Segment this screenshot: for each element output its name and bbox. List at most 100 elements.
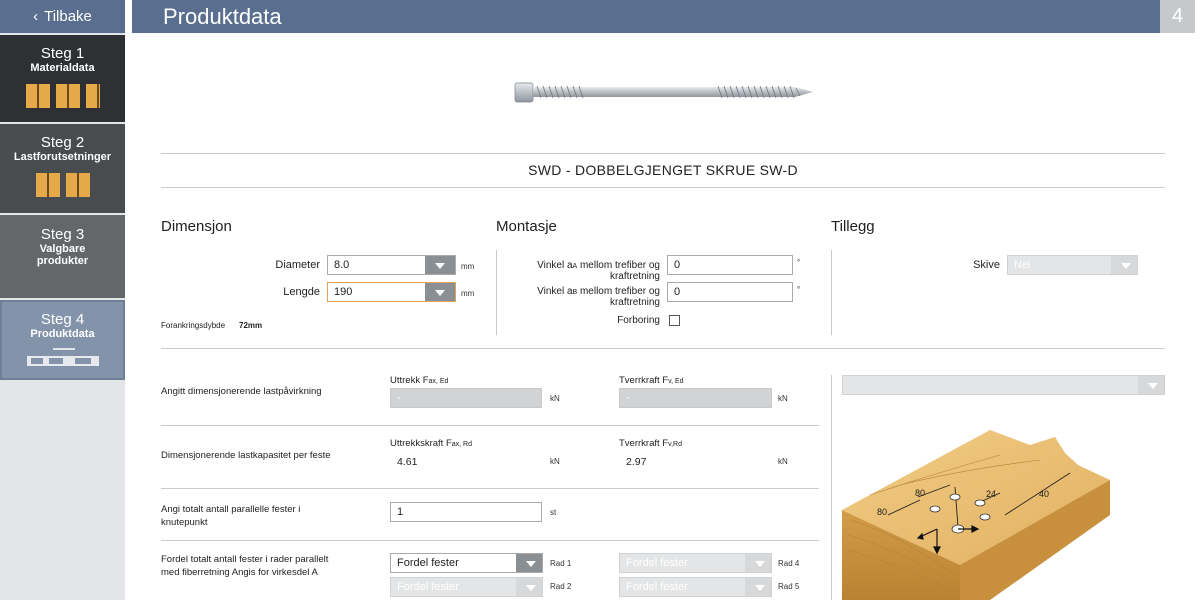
uttrekk-input[interactable]: - [390, 388, 542, 408]
uttrekk-unit: kN [550, 394, 560, 403]
divider [161, 348, 1165, 349]
chevron-down-icon [745, 578, 771, 596]
diameter-unit: mm [461, 262, 475, 271]
vinkel-a-unit: ° [797, 258, 801, 267]
fordel-select-rad-2[interactable]: Fordel fester [390, 577, 543, 597]
diameter-value: 8.0 [334, 259, 350, 271]
step-label: Valgbare produkter [36, 243, 89, 267]
chevron-down-icon [745, 554, 771, 572]
uttrekk-label: Uttrekk Fax, Ed [390, 375, 449, 386]
chevron-left-icon: ‹ [33, 8, 39, 25]
back-button-label: Tilbake [44, 8, 92, 25]
column-divider [831, 375, 832, 600]
fordel-value: Fordel fester [626, 581, 688, 593]
step-number: Steg 4 [40, 311, 85, 328]
lengde-label: Lengde [283, 286, 320, 298]
material-icon [0, 84, 125, 108]
diameter-select[interactable]: 8.0 [327, 255, 456, 275]
tverrkraft-rd-label: Tverrkraft Fv,Rd [619, 438, 682, 449]
column-divider [496, 250, 497, 335]
section-heading-montasje: Montasje [496, 218, 557, 235]
chevron-down-icon [425, 283, 455, 301]
forboring-label: Forboring [617, 315, 660, 326]
vinkel-b-input[interactable]: 0 [667, 282, 793, 302]
tverrkraft-label: Tverrkraft Fv, Ed [619, 375, 684, 386]
tverrkraft-input[interactable]: - [619, 388, 772, 408]
vinkel-b-unit: ° [797, 285, 801, 294]
vinkel-a-input[interactable]: 0 [667, 255, 793, 275]
wood-joint-diagram: 80 80 24 40 [842, 430, 1110, 600]
antall-input[interactable]: 1 [390, 502, 542, 522]
page-header: Produktdata [132, 0, 1160, 33]
sidebar-step-2[interactable]: Steg 2 Lastforutsetninger [0, 124, 125, 213]
sidebar-step-1[interactable]: Steg 1 Materialdata [0, 35, 125, 122]
tverrkraft-rd-value: 2.97 [626, 456, 647, 468]
row-label-fordel: Fordel totalt antall fester i rader para… [161, 554, 329, 578]
uttrekkskraft-value: 4.61 [397, 456, 418, 468]
step-number: Steg 1 [40, 45, 85, 62]
skive-select[interactable]: Nei [1007, 255, 1138, 275]
skive-value: Nei [1014, 259, 1031, 271]
column-divider [831, 250, 832, 335]
divider [161, 488, 819, 489]
sidebar-step-3[interactable]: Steg 3 Valgbare produkter [0, 215, 125, 298]
divider [161, 187, 1165, 188]
fordel-select-rad-4[interactable]: Fordel fester [619, 553, 772, 573]
forboring-checkbox[interactable] [669, 315, 680, 326]
divider [161, 540, 819, 541]
fordel-value: Fordel fester [626, 557, 688, 569]
tverrkraft-unit: kN [778, 394, 788, 403]
chevron-down-icon [1111, 256, 1137, 274]
row-label-antall: Angi totalt antall parallelle fester i kn… [161, 504, 301, 528]
uttrekkskraft-label: Uttrekkskraft Fax, Rd [390, 438, 472, 449]
dimension-label: 80 [915, 488, 925, 498]
load-icon [0, 173, 125, 197]
vinkel-a-label: Vinkel aA mellom trefiber og kraftretnin… [537, 260, 660, 282]
rad-5-label: Rad 5 [778, 582, 800, 591]
rad-2-label: Rad 2 [550, 582, 572, 591]
vinkel-b-label: Vinkel aB mellom trefiber og kraftretnin… [537, 286, 660, 308]
dimension-label: 80 [877, 507, 887, 517]
step-indicator: 4 [1160, 0, 1195, 33]
lengde-select[interactable]: 190 [327, 282, 456, 302]
row-label-lastpavirkning: Angitt dimensjonerende lastpåvirkning [161, 386, 322, 397]
forankring-value: 72mm [239, 321, 263, 330]
section-heading-dimensjon: Dimensjon [161, 218, 232, 235]
product-title: SWD - DOBBELGJENGET SKRUE SW-D [528, 162, 798, 178]
row-label-lastkapasitet: Dimensjonerende lastkapasitet per feste [161, 450, 331, 461]
chevron-down-icon [425, 256, 455, 274]
fordel-select-rad-5[interactable]: Fordel fester [619, 577, 772, 597]
dimension-label: 40 [1039, 489, 1049, 499]
divider [161, 153, 1165, 154]
divider [161, 425, 819, 426]
fordel-select-rad-1[interactable]: Fordel fester [390, 553, 543, 573]
forankring-label: Forankringsdybde [161, 321, 226, 330]
rad-4-label: Rad 4 [778, 559, 800, 568]
skive-label: Skive [973, 259, 1000, 271]
fordel-value: Fordel fester [397, 581, 459, 593]
lengde-value: 190 [334, 286, 353, 298]
chevron-down-icon [516, 554, 542, 572]
step-label: Produktdata [30, 328, 95, 340]
step-number: Steg 2 [40, 134, 85, 151]
step-label: Lastforutsetninger [13, 151, 112, 163]
screw-thumbnail-icon [26, 348, 99, 366]
sidebar: ‹ Tilbake Steg 1 Materialdata Steg 2 Las… [0, 0, 125, 600]
tverrkraft-rd-unit: kN [778, 457, 788, 466]
step-label: Materialdata [30, 62, 95, 74]
chevron-down-icon [516, 578, 542, 596]
lengde-unit: mm [461, 289, 475, 298]
sidebar-step-4[interactable]: Steg 4 Produktdata [0, 300, 125, 380]
fordel-value: Fordel fester [397, 557, 459, 569]
back-button[interactable]: ‹ Tilbake [0, 0, 125, 33]
step-number: Steg 3 [40, 226, 85, 243]
rad-1-label: Rad 1 [550, 559, 572, 568]
configuration-select[interactable] [842, 375, 1165, 395]
screw-image [514, 82, 813, 103]
section-heading-tillegg: Tillegg [831, 218, 875, 235]
uttrekkskraft-unit: kN [550, 457, 560, 466]
page-title: Produktdata [163, 4, 282, 29]
antall-unit: st [550, 508, 557, 517]
dimension-label: 24 [986, 489, 996, 499]
diameter-label: Diameter [275, 259, 320, 271]
